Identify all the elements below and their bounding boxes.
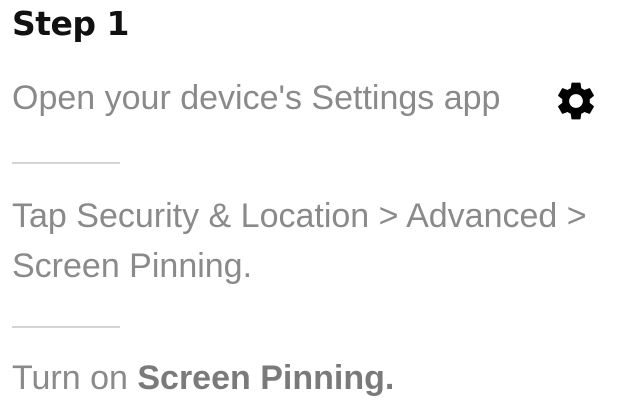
divider [12,326,120,328]
gear-icon [558,82,594,120]
step-title: Step 1 [12,4,130,43]
turn-on-prefix: Turn on [12,359,138,397]
divider [12,162,120,164]
open-settings-instruction: Open your device's Settings app [12,79,501,117]
turn-on-instruction: Turn on Screen Pinning. [12,353,394,403]
tap-path-instruction-line2: Screen Pinning. [12,247,253,285]
screen-pinning-emphasis: Screen Pinning. [137,359,395,397]
tap-path-instruction-line1: Tap Security & Location > Advanced > [12,197,587,235]
